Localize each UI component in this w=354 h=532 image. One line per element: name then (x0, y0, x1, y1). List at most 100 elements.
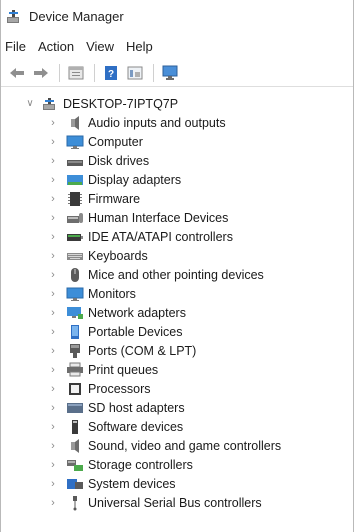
hid-icon (66, 210, 84, 226)
tree-node[interactable]: › Ports (COM & LPT) (1, 341, 353, 360)
tree-node[interactable]: › Software devices (1, 417, 353, 436)
collapsed-chevron-icon[interactable]: › (48, 212, 58, 224)
tree-node-label: IDE ATA/ATAPI controllers (88, 229, 233, 244)
collapsed-chevron-icon[interactable]: › (48, 231, 58, 243)
toolbar-separator (59, 63, 60, 82)
mouse-icon (66, 267, 84, 283)
computer-root-icon (41, 96, 59, 112)
device-manager-window: Device Manager File Action View Help ? ∨… (0, 0, 354, 532)
tree-node[interactable]: › Disk drives (1, 151, 353, 170)
tree-node[interactable]: › System devices (1, 474, 353, 493)
scan-hardware-icon[interactable] (160, 63, 180, 83)
tree-node-label: Display adapters (88, 172, 182, 187)
menu-action[interactable]: Action (38, 37, 80, 56)
collapsed-chevron-icon[interactable]: › (48, 250, 58, 262)
collapsed-chevron-icon[interactable]: › (48, 459, 58, 471)
tree-node[interactable]: › Keyboards (1, 246, 353, 265)
tree-node[interactable]: › SD host adapters (1, 398, 353, 417)
disk-drive-icon (66, 153, 84, 169)
forward-arrow-icon[interactable] (31, 63, 51, 83)
collapsed-chevron-icon[interactable]: › (48, 155, 58, 167)
tree-node-label: Human Interface Devices (88, 210, 229, 225)
tree-node[interactable]: › IDE ATA/ATAPI controllers (1, 227, 353, 246)
tree-node[interactable]: › Firmware (1, 189, 353, 208)
network-adapter-icon (66, 305, 84, 321)
usb-icon (66, 495, 84, 511)
menu-file[interactable]: File (5, 37, 32, 56)
collapsed-chevron-icon[interactable]: › (48, 117, 58, 129)
ide-controller-icon (66, 229, 84, 245)
tree-node-label: Audio inputs and outputs (88, 115, 226, 130)
back-arrow-icon[interactable] (7, 63, 27, 83)
toolbar-separator (94, 63, 95, 82)
tree-node-label: Ports (COM & LPT) (88, 343, 197, 358)
tree-node[interactable]: › Universal Serial Bus controllers (1, 493, 353, 512)
collapsed-chevron-icon[interactable]: › (48, 136, 58, 148)
port-icon (66, 343, 84, 359)
toolbar: ? (1, 59, 353, 87)
properties-icon[interactable] (66, 63, 86, 83)
tree-node[interactable]: › Audio inputs and outputs (1, 113, 353, 132)
tree-node-label: Computer (88, 134, 143, 149)
processor-icon (66, 381, 84, 397)
window-title: Device Manager (29, 9, 124, 24)
collapsed-chevron-icon[interactable]: › (48, 288, 58, 300)
tree-node-label: Universal Serial Bus controllers (88, 495, 262, 510)
expanded-chevron-icon[interactable]: ∨ (25, 98, 35, 110)
tree-node-label: System devices (88, 476, 176, 491)
help-icon[interactable]: ? (101, 63, 121, 83)
menu-help[interactable]: Help (126, 37, 159, 56)
tree-node-label: Portable Devices (88, 324, 183, 339)
collapsed-chevron-icon[interactable]: › (48, 174, 58, 186)
collapsed-chevron-icon[interactable]: › (48, 345, 58, 357)
tree-node[interactable]: › Human Interface Devices (1, 208, 353, 227)
tree-root-label: DESKTOP-7IPTQ7P (63, 96, 179, 111)
update-driver-icon[interactable] (125, 63, 145, 83)
tree-node[interactable]: › Computer (1, 132, 353, 151)
tree-node[interactable]: › Portable Devices (1, 322, 353, 341)
tree-node-label: Disk drives (88, 153, 150, 168)
tree-node-label: Sound, video and game controllers (88, 438, 282, 453)
tree-node-label: Firmware (88, 191, 141, 206)
device-manager-app-icon (5, 8, 23, 26)
collapsed-chevron-icon[interactable]: › (48, 478, 58, 490)
collapsed-chevron-icon[interactable]: › (48, 421, 58, 433)
tree-node[interactable]: › Sound, video and game controllers (1, 436, 353, 455)
collapsed-chevron-icon[interactable]: › (48, 269, 58, 281)
tree-node-label: Processors (88, 381, 151, 396)
collapsed-chevron-icon[interactable]: › (48, 326, 58, 338)
collapsed-chevron-icon[interactable]: › (48, 402, 58, 414)
collapsed-chevron-icon[interactable]: › (48, 497, 58, 509)
tree-node[interactable]: › Network adapters (1, 303, 353, 322)
monitor-icon (66, 134, 84, 150)
system-device-icon (66, 476, 84, 492)
device-tree: ∨ DESKTOP-7IPTQ7P › Audio inputs and outp… (1, 94, 353, 512)
tree-node[interactable]: › Print queues (1, 360, 353, 379)
tree-node-label: Print queues (88, 362, 159, 377)
tree-node-label: Keyboards (88, 248, 148, 263)
tree-node-label: Network adapters (88, 305, 186, 320)
tree-node[interactable]: › Display adapters (1, 170, 353, 189)
tree-node-label: Software devices (88, 419, 184, 434)
tree-node[interactable]: › Storage controllers (1, 455, 353, 474)
collapsed-chevron-icon[interactable]: › (48, 383, 58, 395)
tree-node-label: Storage controllers (88, 457, 193, 472)
tree-node[interactable]: › Processors (1, 379, 353, 398)
menu-view[interactable]: View (86, 37, 120, 56)
storage-controller-icon (66, 457, 84, 473)
collapsed-chevron-icon[interactable]: › (48, 440, 58, 452)
collapsed-chevron-icon[interactable]: › (48, 307, 58, 319)
menu-bar: File Action View Help (1, 33, 353, 59)
collapsed-chevron-icon[interactable]: › (48, 364, 58, 376)
speaker-icon (66, 438, 84, 454)
keyboard-icon (66, 248, 84, 264)
tree-node[interactable]: › Monitors (1, 284, 353, 303)
title-bar: Device Manager (1, 0, 353, 33)
tree-node-label: Monitors (88, 286, 136, 301)
toolbar-separator (153, 63, 154, 82)
tree-node[interactable]: › Mice and other pointing devices (1, 265, 353, 284)
speaker-icon (66, 115, 84, 131)
tree-node-label: SD host adapters (88, 400, 185, 415)
collapsed-chevron-icon[interactable]: › (48, 193, 58, 205)
tree-root[interactable]: ∨ DESKTOP-7IPTQ7P (1, 94, 353, 113)
